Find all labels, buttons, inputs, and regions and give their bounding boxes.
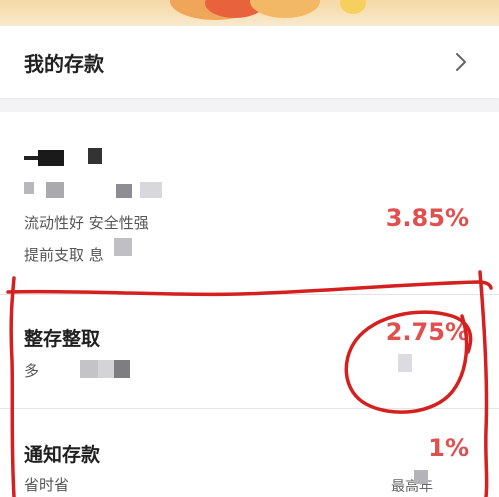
redaction-block (46, 182, 64, 198)
product-name: 通知存款 (24, 444, 101, 466)
redaction-block (88, 148, 102, 164)
banner-decoration (250, 0, 320, 18)
divider (0, 408, 499, 409)
top-banner (0, 0, 499, 26)
product-name: 整存整取 (24, 328, 101, 350)
my-deposits-row[interactable]: 我的存款 (0, 26, 499, 98)
deposit-page: 我的存款 流动性好 安全性强 3.85% 提前支取 息 整存整取 多 2.75%… (0, 0, 499, 497)
redaction-block (80, 360, 98, 378)
redaction-block (24, 156, 38, 160)
chevron-right-icon (456, 53, 466, 71)
divider (0, 294, 499, 295)
product-rate: 3.85% (385, 204, 469, 232)
product-note: 提前支取 息 (24, 246, 104, 264)
product-feature: 流动性好 安全性强 (24, 214, 149, 232)
banner-decoration (340, 0, 366, 14)
redaction-block (140, 182, 162, 198)
redaction-block (114, 238, 132, 256)
redaction-block (38, 150, 64, 166)
redaction-block (114, 360, 130, 378)
product-list: 流动性好 安全性强 3.85% 提前支取 息 整存整取 多 2.75% 通知存款… (0, 112, 499, 497)
product-item-fixed[interactable]: 整存整取 多 2.75% (0, 296, 499, 408)
product-description: 省时省 (24, 476, 70, 494)
redaction-block (24, 182, 34, 194)
product-description: 多 (24, 362, 40, 380)
product-item-demand[interactable]: 流动性好 安全性强 3.85% 提前支取 息 (0, 112, 499, 282)
product-rate: 2.75% (385, 318, 469, 346)
redaction-block (98, 360, 114, 378)
redaction-block (398, 354, 412, 372)
redaction-block (414, 470, 428, 484)
my-deposits-title: 我的存款 (24, 52, 104, 76)
redaction-block (116, 184, 132, 198)
product-item-notice[interactable]: 通知存款 省时省 1% 最高年 (0, 410, 499, 497)
product-rate: 1% (428, 434, 469, 462)
